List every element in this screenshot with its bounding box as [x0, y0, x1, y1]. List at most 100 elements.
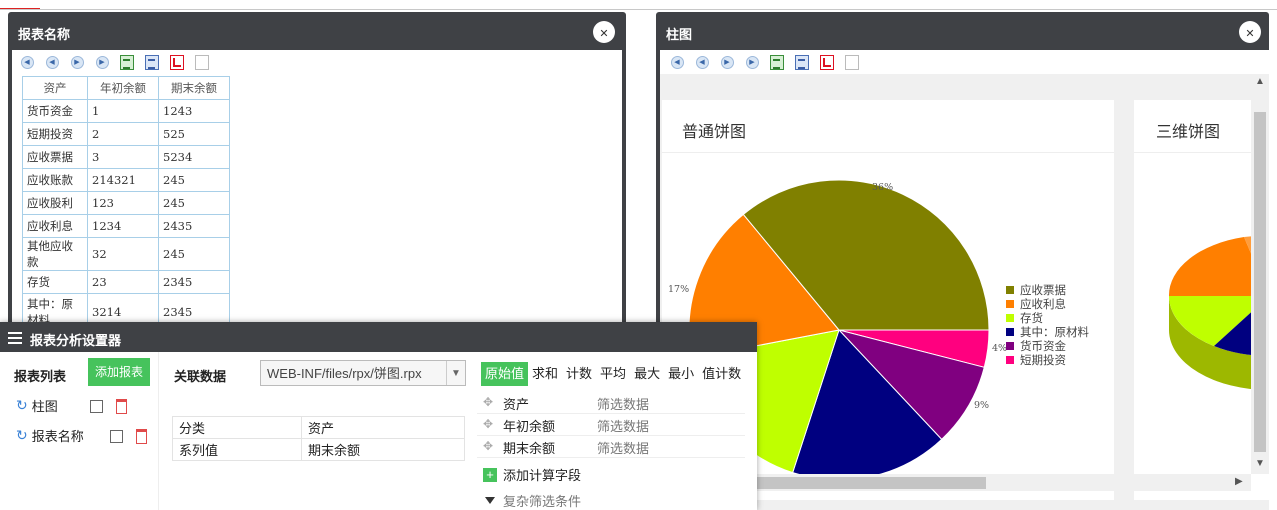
table-row: 存货 23 2345	[22, 270, 230, 294]
tab-value-count[interactable]: 值计数	[698, 362, 745, 386]
legend-swatch	[1006, 356, 1014, 364]
report-table: 资产 年初余额 期末余额 货币资金 1 1243 短期投资 2 525 应收票据 3 523…	[22, 76, 230, 331]
report-list-label: 报表列表	[14, 369, 67, 384]
vertical-scrollbar[interactable]: ▲ ▼	[1251, 74, 1269, 474]
report-window: 报表名称 ◀ ◀ ▶ ▶ 资产 年初余额 期末余额 货币资金11243 短期投资…	[8, 12, 626, 332]
excel-icon	[120, 54, 134, 70]
report-list-section: 报表列表 添加报表 ↻ 柱图 ↻ 报表名称	[8, 352, 159, 510]
prev-page-button[interactable]: ◀	[693, 54, 711, 70]
list-item[interactable]: ✥ 资产 筛选数据	[477, 392, 745, 414]
mapping-key: 分类	[172, 416, 302, 439]
scroll-up-arrow[interactable]: ▲	[1255, 76, 1265, 87]
export-pdf-button[interactable]	[818, 54, 836, 70]
table-row: 其他应收款 32 245	[22, 237, 230, 271]
first-page-button[interactable]: ◀	[668, 54, 686, 70]
table-cell: 245	[158, 237, 230, 271]
table-cell: 245	[158, 191, 230, 215]
refresh-icon[interactable]: ↻	[16, 397, 28, 414]
pdf-icon	[820, 54, 834, 70]
table-row: 短期投资 2 525	[22, 122, 230, 146]
table-cell: 23	[87, 270, 159, 294]
first-page-icon: ◀	[670, 55, 684, 69]
3d-pie-chart-card: 三维饼图	[1134, 100, 1269, 500]
pie-data-label: 36%	[872, 182, 894, 193]
export-word-button[interactable]	[143, 54, 161, 70]
list-item[interactable]: ✥ 期末余额 筛选数据	[477, 436, 745, 458]
mapping-value[interactable]: 期末余额	[301, 438, 465, 461]
column-header: 资产	[22, 76, 88, 100]
chevron-down-icon[interactable]: ▼	[446, 361, 465, 385]
export-pdf-button[interactable]	[168, 54, 186, 70]
pdf-icon	[170, 54, 184, 70]
trash-icon[interactable]	[136, 429, 147, 444]
legend-label: 短期投资	[1020, 353, 1066, 367]
close-button[interactable]	[593, 21, 615, 43]
export-excel-button[interactable]	[768, 54, 786, 70]
menu-icon[interactable]	[8, 332, 22, 344]
add-report-button[interactable]: 添加报表	[88, 358, 150, 386]
first-page-button[interactable]: ◀	[18, 54, 36, 70]
complex-filter-button[interactable]: 复杂筛选条件	[485, 491, 581, 510]
tab-average[interactable]: 平均	[596, 362, 630, 386]
drag-handle-icon[interactable]: ✥	[483, 439, 493, 453]
table-cell: 货币资金	[22, 99, 88, 123]
prev-page-button[interactable]: ◀	[43, 54, 61, 70]
table-cell: 存货	[22, 270, 88, 294]
tab-count[interactable]: 计数	[562, 362, 596, 386]
list-item[interactable]: ✥ 年初余额 筛选数据	[477, 414, 745, 436]
drag-handle-icon[interactable]: ✥	[483, 417, 493, 431]
table-row: 应收账款 214321 245	[22, 168, 230, 192]
legend-item: 短期投资	[1006, 352, 1066, 368]
pie-data-label: 4%	[992, 343, 1008, 354]
refresh-icon[interactable]: ↻	[16, 427, 28, 444]
prev-page-icon: ◀	[695, 55, 709, 69]
export-excel-button[interactable]	[118, 54, 136, 70]
add-calc-field-button[interactable]: + 添加计算字段	[483, 465, 581, 484]
tab-min[interactable]: 最小	[664, 362, 698, 386]
table-row: 应收利息 1234 2435	[22, 214, 230, 238]
table-row: 系列值 期末余额	[172, 438, 465, 461]
data-file-path: WEB-INF/files/rpx/饼图.rpx	[267, 366, 422, 381]
filter-data-link[interactable]: 筛选数据	[597, 394, 649, 413]
tab-sum[interactable]: 求和	[528, 362, 562, 386]
trash-icon[interactable]	[116, 399, 127, 414]
table-cell: 应收股利	[22, 191, 88, 215]
copy-icon[interactable]	[90, 400, 103, 413]
next-page-button[interactable]: ▶	[718, 54, 736, 70]
last-page-icon: ▶	[95, 55, 109, 69]
copy-icon[interactable]	[110, 430, 123, 443]
scroll-down-arrow[interactable]: ▼	[1255, 458, 1265, 469]
last-page-button[interactable]: ▶	[93, 54, 111, 70]
mapping-value[interactable]: 资产	[301, 416, 465, 439]
report-item-bar-chart[interactable]: ↻ 柱图	[16, 396, 58, 415]
export-text-button[interactable]	[843, 54, 861, 70]
drag-handle-icon[interactable]: ✥	[483, 395, 493, 409]
export-word-button[interactable]	[793, 54, 811, 70]
table-cell: 3	[87, 145, 159, 169]
column-header: 期末余额	[158, 76, 230, 100]
close-button[interactable]	[1239, 21, 1261, 43]
column-header: 年初余额	[87, 76, 159, 100]
table-cell: 2	[87, 122, 159, 146]
legend-swatch	[1006, 286, 1014, 294]
tab-max[interactable]: 最大	[630, 362, 664, 386]
next-page-icon: ▶	[720, 55, 734, 69]
data-file-select[interactable]: WEB-INF/files/rpx/饼图.rpx ▼	[260, 360, 466, 386]
report-item-report-name[interactable]: ↻ 报表名称	[16, 426, 84, 445]
next-page-button[interactable]: ▶	[68, 54, 86, 70]
vertical-scroll-thumb[interactable]	[1254, 112, 1266, 452]
export-text-button[interactable]	[193, 54, 211, 70]
filter-data-link[interactable]: 筛选数据	[597, 416, 649, 435]
table-cell: 1243	[158, 99, 230, 123]
table-cell: 其他应收款	[22, 237, 88, 271]
table-cell: 214321	[87, 168, 159, 192]
field-name: 资产	[503, 397, 530, 412]
tab-raw-value[interactable]: 原始值	[481, 362, 529, 386]
table-cell: 32	[87, 237, 159, 271]
panel-title: 报表分析设置器	[30, 333, 122, 348]
complex-filter-label: 复杂筛选条件	[503, 494, 582, 509]
filter-data-link[interactable]: 筛选数据	[597, 438, 649, 457]
last-page-button[interactable]: ▶	[743, 54, 761, 70]
scroll-right-arrow[interactable]: ▶	[1235, 476, 1243, 487]
last-page-icon: ▶	[745, 55, 759, 69]
